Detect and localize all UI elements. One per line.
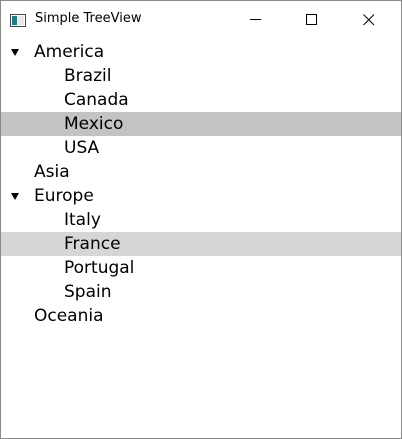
tree-node-label: USA (64, 138, 100, 158)
tree-node-portugal[interactable]: Portugal (1, 256, 401, 280)
tree-node-europe[interactable]: Europe (1, 184, 401, 208)
tree-node-label: Europe (34, 186, 94, 206)
tree-node-label: Asia (34, 162, 70, 182)
close-button[interactable] (346, 1, 392, 37)
tree-node-label: Canada (64, 90, 129, 110)
tree-view[interactable]: America Brazil Canada Mexico USA Asia Eu… (1, 40, 401, 328)
tree-node-france[interactable]: France (1, 232, 401, 256)
tree-node-spain[interactable]: Spain (1, 280, 401, 304)
close-icon (363, 14, 375, 26)
app-window: Simple TreeView America Brazil Canada Me… (0, 0, 402, 439)
tree-node-asia[interactable]: Asia (1, 160, 401, 184)
app-icon (10, 12, 26, 27)
tree-node-label: Italy (64, 210, 101, 230)
tree-node-label: Oceania (34, 306, 104, 326)
maximize-button[interactable] (289, 1, 335, 37)
tree-node-mexico[interactable]: Mexico (1, 112, 401, 136)
expanded-arrow-icon[interactable] (11, 49, 19, 56)
tree-node-label: Brazil (64, 66, 112, 86)
tree-node-canada[interactable]: Canada (1, 88, 401, 112)
tree-node-label: Mexico (64, 114, 124, 134)
tree-node-brazil[interactable]: Brazil (1, 64, 401, 88)
tree-node-label: Spain (64, 282, 112, 302)
tree-node-label: France (64, 234, 121, 254)
tree-node-italy[interactable]: Italy (1, 208, 401, 232)
tree-node-label: America (34, 42, 105, 62)
tree-node-america[interactable]: America (1, 40, 401, 64)
tree-node-usa[interactable]: USA (1, 136, 401, 160)
tree-node-oceania[interactable]: Oceania (1, 304, 401, 328)
title-bar[interactable]: Simple TreeView (1, 1, 401, 37)
minimize-button[interactable] (233, 1, 279, 37)
maximize-icon (306, 14, 317, 25)
tree-node-label: Portugal (64, 258, 135, 278)
expanded-arrow-icon[interactable] (11, 193, 19, 200)
minimize-icon (250, 19, 261, 20)
window-title: Simple TreeView (35, 11, 142, 26)
